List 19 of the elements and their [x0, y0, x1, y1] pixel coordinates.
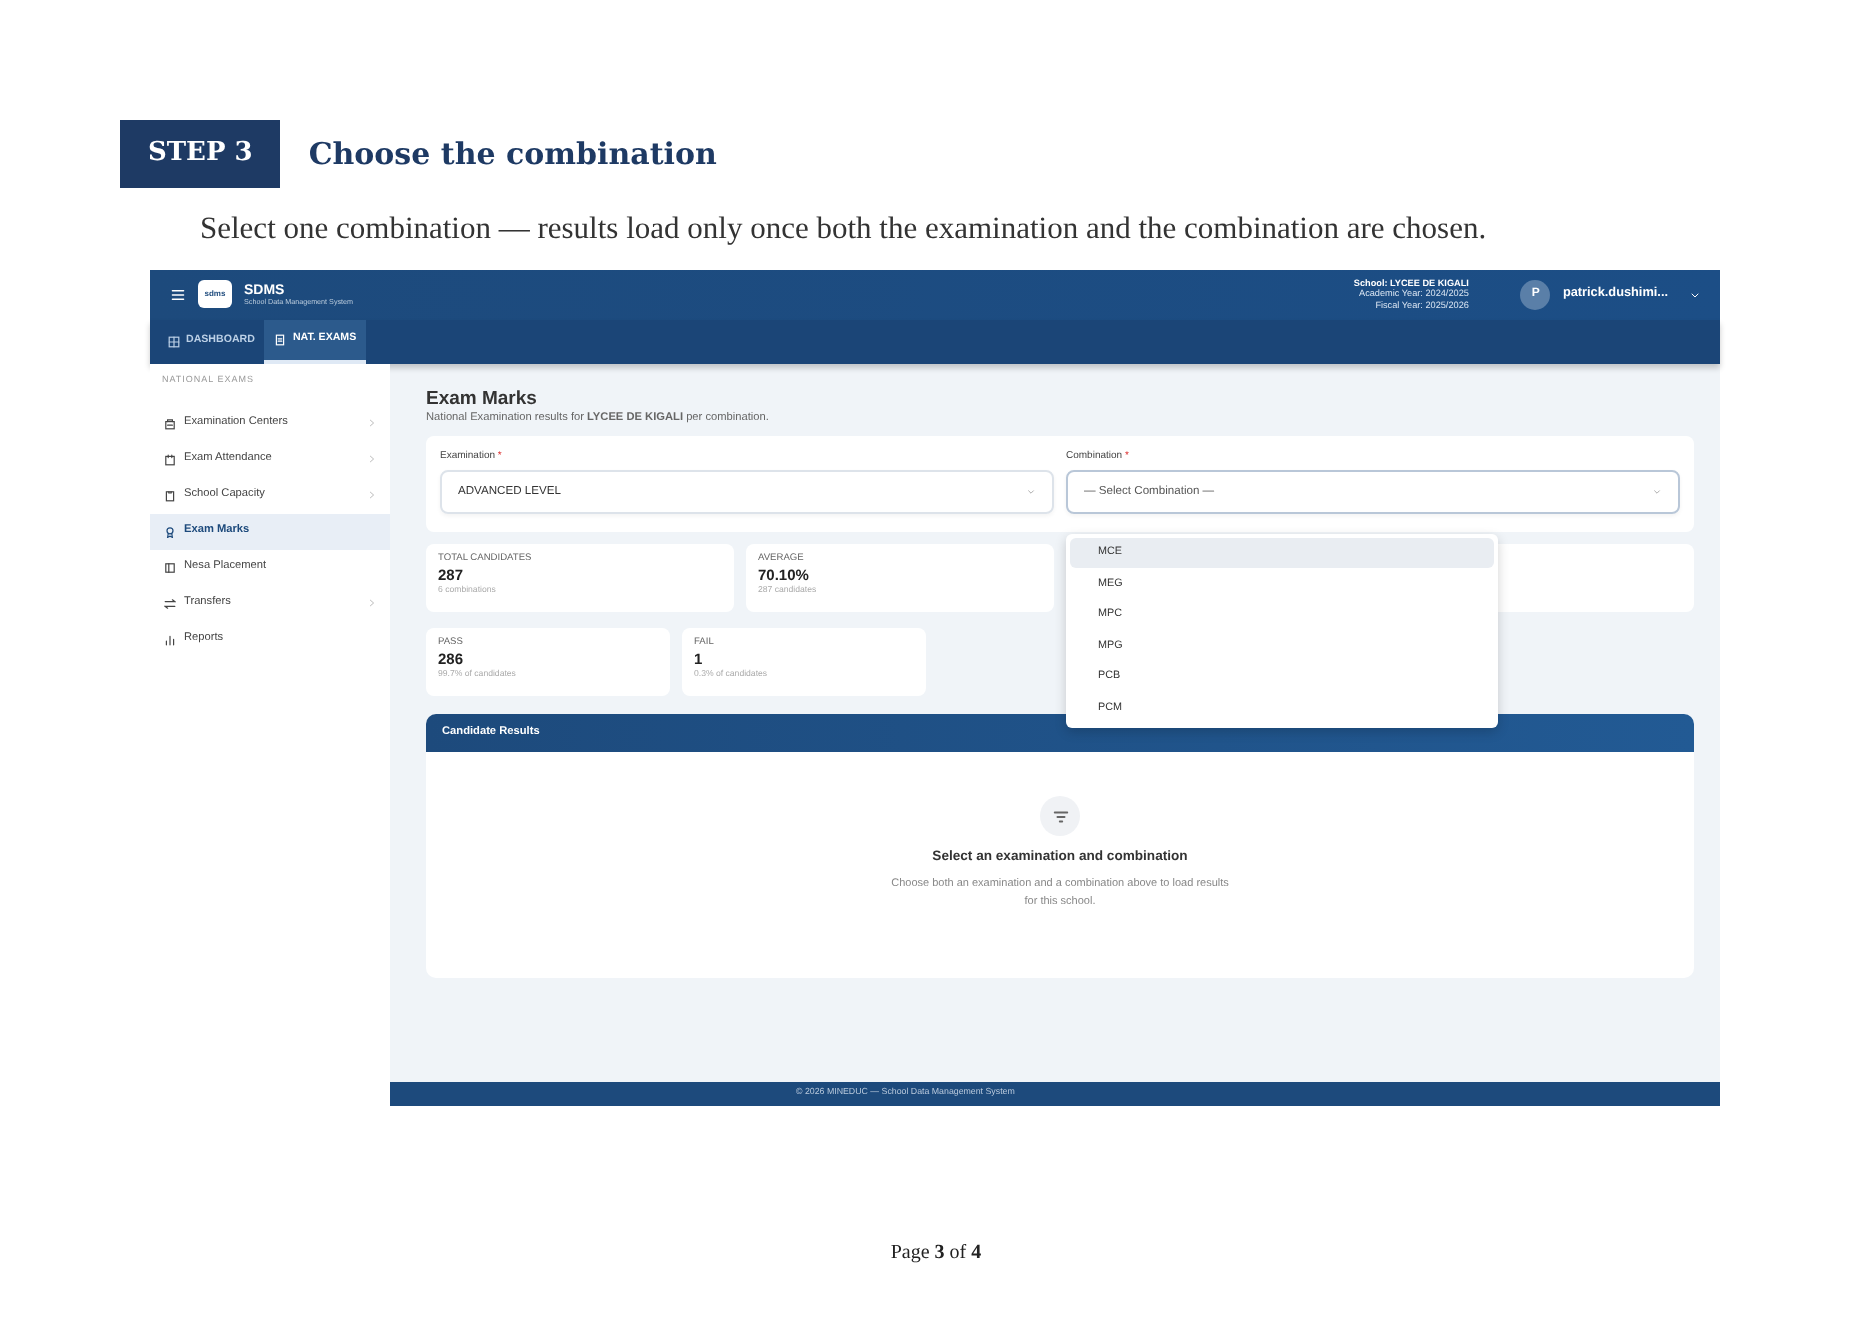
grid-icon	[168, 335, 180, 348]
clipboard-icon	[164, 489, 176, 501]
arrows-icon	[164, 597, 176, 609]
filter-icon	[1051, 807, 1069, 826]
chevron-down-icon	[1026, 488, 1036, 497]
caret-icon	[1690, 289, 1700, 300]
building-icon	[164, 417, 176, 429]
step-title: Choose the combination	[308, 133, 717, 175]
menu-icon	[170, 287, 186, 302]
calendar-icon	[164, 453, 176, 465]
award-icon	[164, 525, 176, 537]
clipboard-icon	[274, 333, 287, 346]
page-title: Exam Marks	[426, 389, 539, 411]
bar-chart-icon	[164, 633, 176, 645]
book-icon	[164, 561, 176, 573]
step-label: STEP 3	[120, 120, 281, 187]
step-caption: Select one combination — results load only once both the examination and the combination are chosen.	[200, 209, 1489, 249]
chevron-down-icon	[1652, 488, 1662, 497]
page-number: Page 3 of 4	[890, 1242, 982, 1264]
